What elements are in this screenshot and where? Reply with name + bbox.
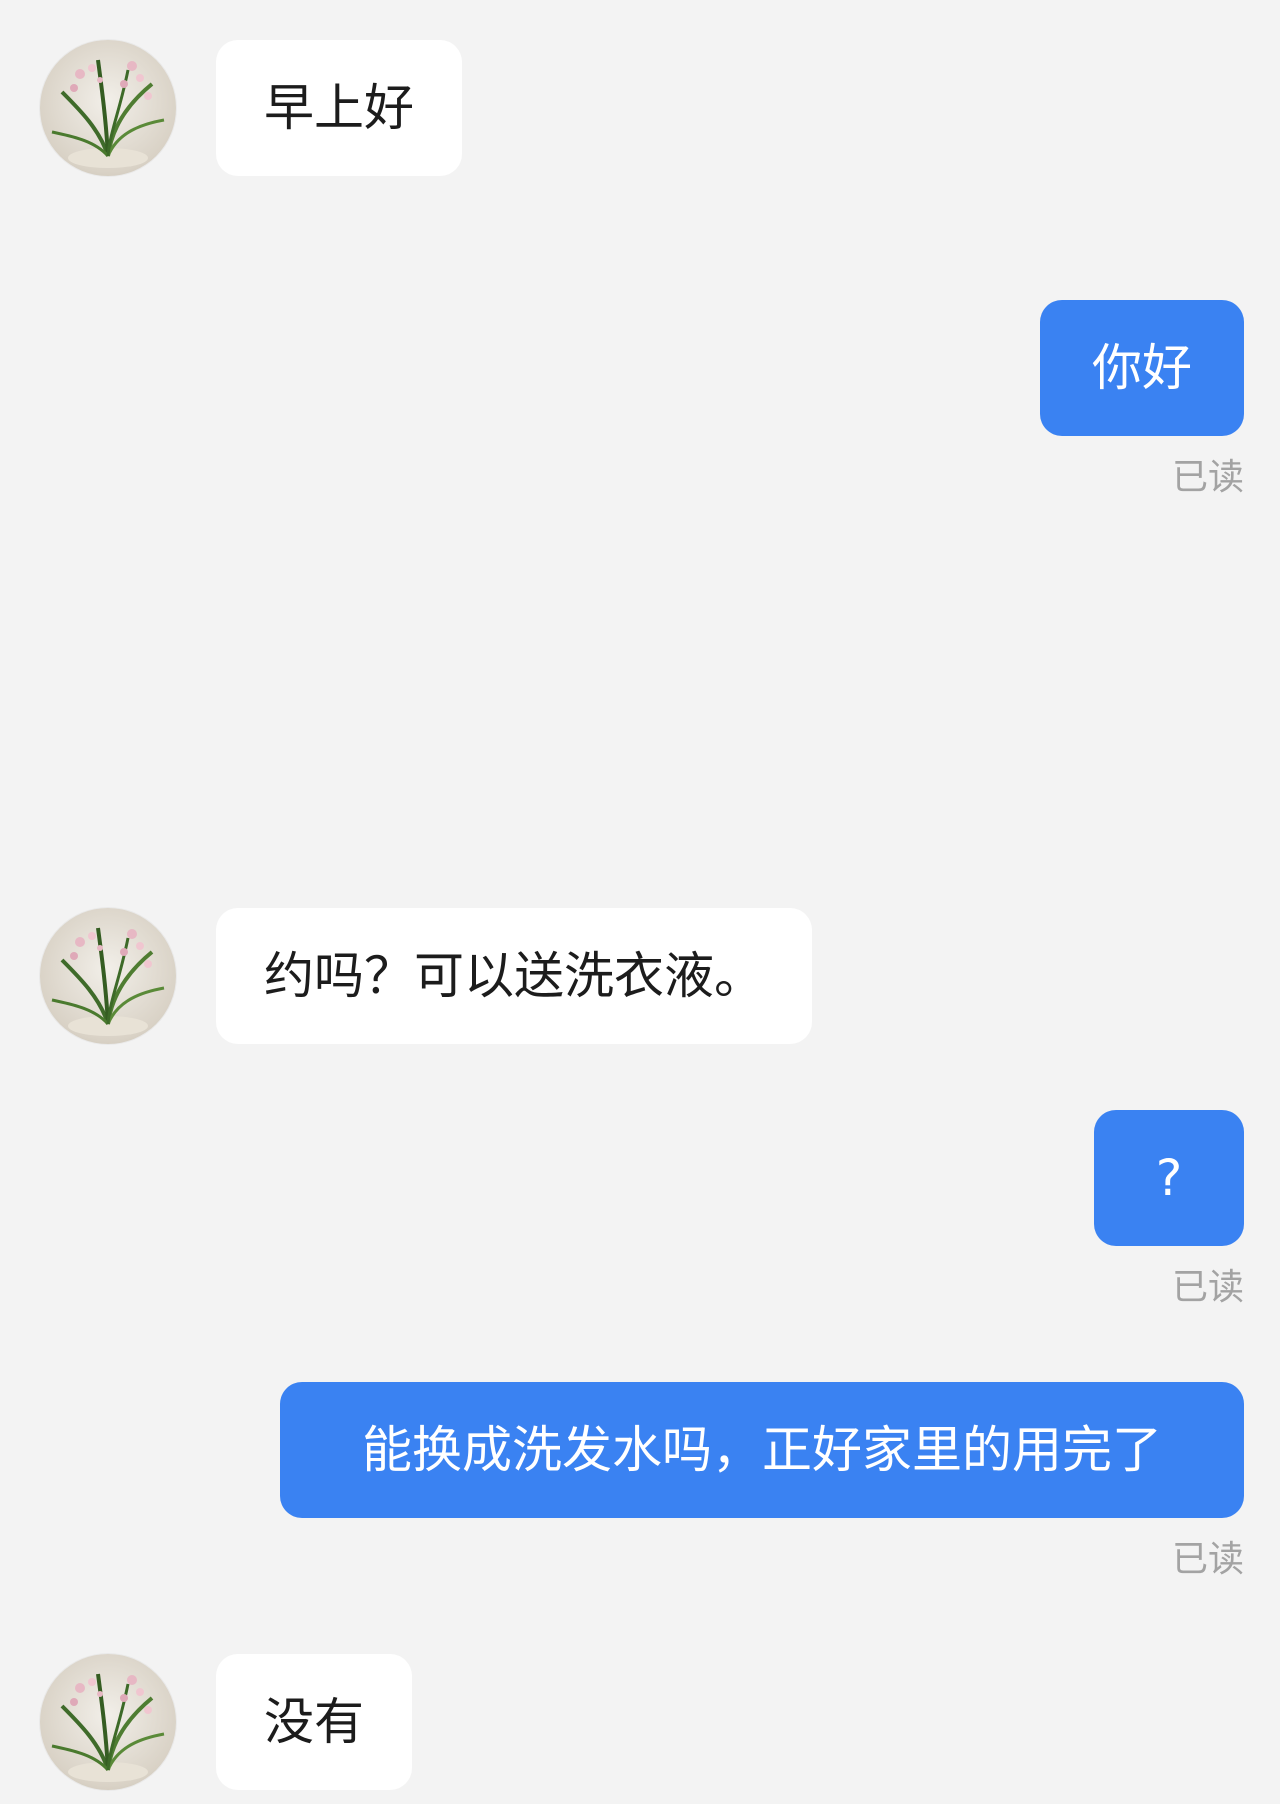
read-receipt: 已读 bbox=[1171, 1267, 1244, 1308]
message-text: 能换成洗发水吗，正好家里的用完了 bbox=[362, 1421, 1162, 1479]
chat-thread: 早上好 你好 已读 约吗？可以送洗衣液。 ? 已读 能换成洗发水吗，正好家里的用… bbox=[0, 0, 1280, 1804]
message-text: 你好 bbox=[1092, 339, 1192, 397]
message-text: 没有 bbox=[264, 1693, 364, 1751]
outgoing-message-bubble[interactable]: 能换成洗发水吗，正好家里的用完了 bbox=[280, 1382, 1244, 1518]
outgoing-message-bubble[interactable]: 你好 bbox=[1040, 300, 1244, 436]
read-receipt: 已读 bbox=[1171, 1539, 1244, 1580]
orchid-plant-icon bbox=[51, 1673, 165, 1782]
incoming-message-bubble[interactable]: 早上好 bbox=[216, 40, 462, 176]
contact-avatar[interactable] bbox=[40, 1654, 176, 1790]
incoming-message-bubble[interactable]: 约吗？可以送洗衣液。 bbox=[216, 908, 812, 1044]
incoming-message-bubble[interactable]: 没有 bbox=[216, 1654, 412, 1790]
outgoing-message-bubble[interactable]: ? bbox=[1094, 1110, 1244, 1246]
message-text: 早上好 bbox=[264, 79, 414, 137]
read-receipt: 已读 bbox=[1171, 457, 1244, 498]
message-text: 约吗？可以送洗衣液。 bbox=[264, 947, 764, 1005]
message-text: ? bbox=[1155, 1149, 1183, 1207]
orchid-plant-icon bbox=[51, 59, 165, 168]
contact-avatar[interactable] bbox=[40, 40, 176, 176]
contact-avatar[interactable] bbox=[40, 908, 176, 1044]
orchid-plant-icon bbox=[51, 927, 165, 1036]
